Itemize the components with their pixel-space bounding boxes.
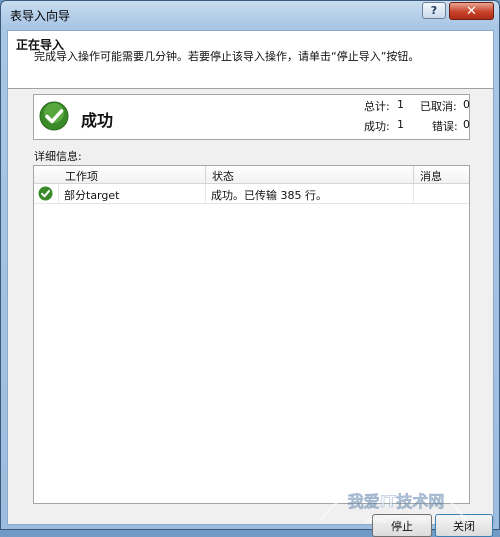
title-bar[interactable]: 表导入向导 ? ✕ (1, 1, 499, 29)
page-description: 完成导入操作可能需要几分钟。若要停止该导入操作，请单击“停止导入”按钮。 (34, 50, 420, 63)
dialog-window: 表导入向导 ? ✕ 正在导入 完成导入操作可能需要几分钟。若要停止该导入操作，请… (0, 0, 500, 537)
error-value: 0 (463, 118, 470, 131)
total-label: 总计: (364, 100, 390, 113)
row-divider (413, 184, 414, 203)
success-value: 1 (397, 118, 404, 131)
row-divider (205, 184, 206, 203)
close-window-button[interactable]: ✕ (449, 2, 494, 20)
cancelled-label: 已取消: (420, 100, 457, 113)
window-title: 表导入向导 (10, 9, 71, 23)
cancelled-value: 0 (463, 98, 470, 111)
column-header-work-item[interactable]: 工作项 (65, 168, 98, 184)
error-label: 错误: (432, 120, 458, 133)
column-divider (413, 166, 414, 183)
column-header-message[interactable]: 消息 (420, 168, 442, 184)
success-check-icon (39, 101, 69, 131)
status-text: 成功 (81, 111, 114, 130)
details-table[interactable]: 工作项 状态 消息 部分target 成功。已传输 385 行。 (33, 165, 470, 504)
row-divider (58, 184, 59, 203)
status-panel: 成功 总计: 1 已取消: 0 成功: 1 错误: 0 (33, 94, 470, 140)
table-row[interactable]: 部分target 成功。已传输 385 行。 (34, 184, 469, 204)
success-check-icon (38, 186, 53, 201)
table-header: 工作项 状态 消息 (34, 166, 469, 184)
dialog-body: 正在导入 完成导入操作可能需要几分钟。若要停止该导入操作，请单击“停止导入”按钮… (7, 30, 494, 537)
status-cell: 成功。已传输 385 行。 (211, 189, 327, 202)
close-button[interactable]: 关闭 (435, 514, 493, 537)
stop-import-button[interactable]: 停止 (372, 514, 432, 537)
wizard-header: 正在导入 完成导入操作可能需要几分钟。若要停止该导入操作，请单击“停止导入”按钮… (8, 31, 493, 89)
help-button[interactable]: ? (422, 2, 446, 19)
success-label: 成功: (364, 120, 390, 133)
column-divider (205, 166, 206, 183)
total-value: 1 (397, 98, 404, 111)
column-header-status[interactable]: 状态 (212, 168, 234, 184)
work-item-cell: 部分target (64, 189, 120, 202)
details-label: 详细信息: (34, 150, 82, 163)
